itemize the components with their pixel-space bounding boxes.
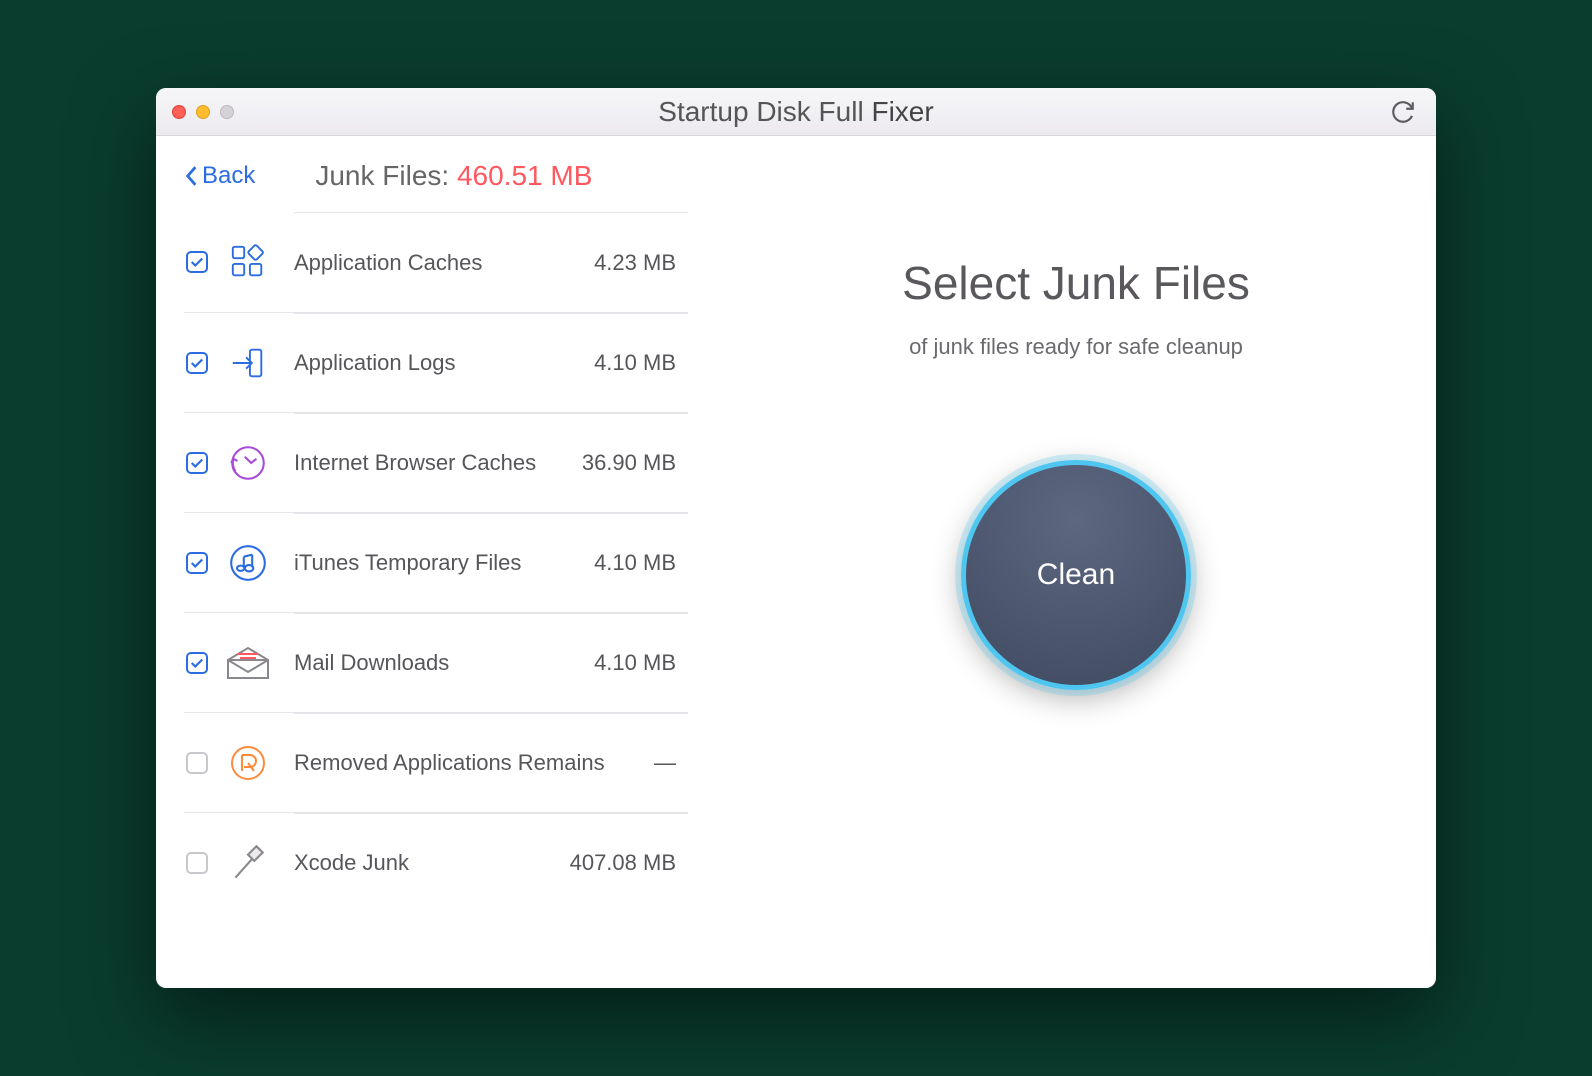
item-size: 4.10 MB <box>594 650 676 676</box>
list-item[interactable]: Application Caches 4.23 MB <box>184 212 688 312</box>
list-item[interactable]: Internet Browser Caches 36.90 MB <box>184 412 688 512</box>
list-item[interactable]: Xcode Junk 407.08 MB <box>184 812 688 912</box>
item-size: 4.10 MB <box>594 350 676 376</box>
browser-refresh-icon <box>226 441 270 485</box>
checkbox[interactable] <box>186 452 208 474</box>
item-label: Application Logs <box>294 350 455 376</box>
row-content: Mail Downloads 4.10 MB <box>294 613 688 713</box>
grid-icon <box>226 240 270 284</box>
title-bold: Fixer <box>871 96 933 127</box>
list-item[interactable]: iTunes Temporary Files 4.10 MB <box>184 512 688 612</box>
window-title: Startup Disk Full Fixer <box>156 96 1436 128</box>
row-content: Removed Applications Remains — <box>294 713 688 813</box>
checkbox[interactable] <box>186 652 208 674</box>
main-panel: Select Junk Files of junk files ready fo… <box>716 136 1436 988</box>
item-size: 36.90 MB <box>582 450 676 476</box>
app-window: Startup Disk Full Fixer Back Junk Files:… <box>156 88 1436 988</box>
item-size: 407.08 MB <box>570 850 676 876</box>
clean-button-label: Clean <box>1037 558 1115 592</box>
refresh-button[interactable] <box>1390 99 1416 125</box>
sidebar: Back Junk Files: 460.51 MB Application C… <box>156 136 716 988</box>
checkbox[interactable] <box>186 552 208 574</box>
music-icon <box>226 541 270 585</box>
title-light: Startup Disk Full <box>658 96 863 127</box>
titlebar: Startup Disk Full Fixer <box>156 88 1436 136</box>
checkbox[interactable] <box>186 251 208 273</box>
main-heading: Select Junk Files <box>902 256 1250 310</box>
item-label: Xcode Junk <box>294 850 409 876</box>
row-content: Xcode Junk 407.08 MB <box>294 813 688 913</box>
sidebar-header: Back Junk Files: 460.51 MB <box>184 160 688 192</box>
item-label: Removed Applications Remains <box>294 750 605 776</box>
junk-files-label: Junk Files: 460.51 MB <box>315 160 592 192</box>
hammer-icon <box>226 841 270 885</box>
arrow-in-icon <box>226 341 270 385</box>
main-subtitle: of junk files ready for safe cleanup <box>909 334 1243 360</box>
item-label: Mail Downloads <box>294 650 449 676</box>
item-size: — <box>654 750 676 776</box>
row-content: Application Logs 4.10 MB <box>294 313 688 413</box>
checkbox[interactable] <box>186 752 208 774</box>
list-item[interactable]: Application Logs 4.10 MB <box>184 312 688 412</box>
row-content: Internet Browser Caches 36.90 MB <box>294 413 688 513</box>
back-label: Back <box>202 162 255 190</box>
item-label: Application Caches <box>294 250 482 276</box>
checkbox[interactable] <box>186 852 208 874</box>
list-item[interactable]: Mail Downloads 4.10 MB <box>184 612 688 712</box>
item-size: 4.10 MB <box>594 550 676 576</box>
removed-icon <box>226 741 270 785</box>
mail-icon <box>226 641 270 685</box>
junk-files-list: Application Caches 4.23 MB Application Log… <box>184 212 688 912</box>
list-item[interactable]: Removed Applications Remains — <box>184 712 688 812</box>
back-button[interactable]: Back <box>184 162 255 190</box>
junk-total-size: 460.51 MB <box>457 160 592 191</box>
row-content: Application Caches 4.23 MB <box>294 212 688 312</box>
checkbox[interactable] <box>186 352 208 374</box>
item-label: iTunes Temporary Files <box>294 550 521 576</box>
item-label: Internet Browser Caches <box>294 450 536 476</box>
item-size: 4.23 MB <box>594 250 676 276</box>
clean-button[interactable]: Clean <box>961 460 1191 690</box>
row-content: iTunes Temporary Files 4.10 MB <box>294 513 688 613</box>
window-body: Back Junk Files: 460.51 MB Application C… <box>156 136 1436 988</box>
